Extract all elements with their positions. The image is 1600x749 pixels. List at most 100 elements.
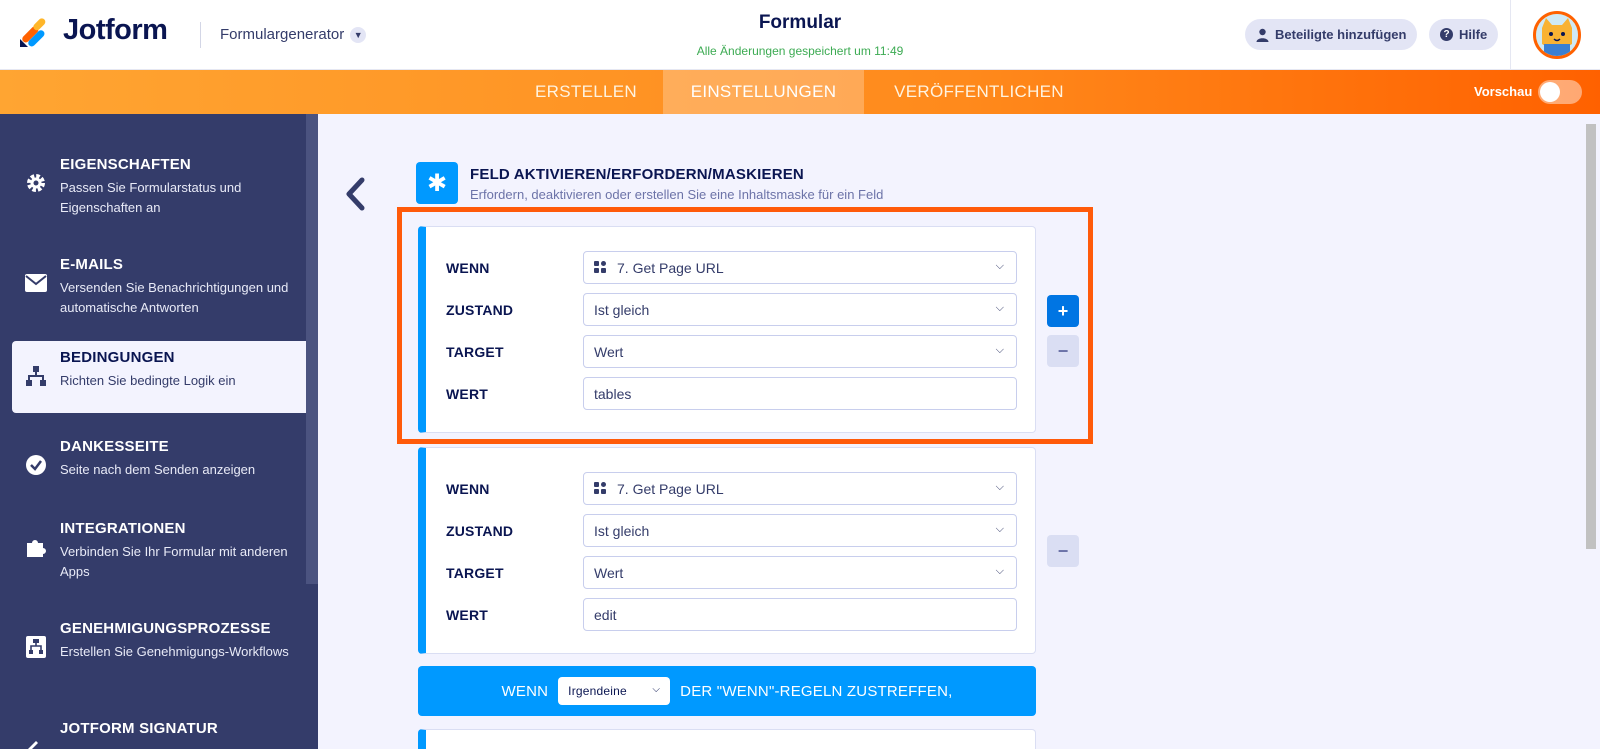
back-arrow-icon[interactable] xyxy=(344,177,368,211)
sidebar-item-desc: Seite nach dem Senden anzeigen xyxy=(60,462,256,477)
help-button[interactable]: ? Hilfe xyxy=(1429,19,1499,50)
chevron-down-icon: ⌵ xyxy=(995,302,1004,314)
condition-row-if: WENN 7. Get Page URL ⌵ xyxy=(426,251,1035,285)
gear-icon xyxy=(25,172,47,194)
value-input[interactable]: tables xyxy=(583,377,1017,410)
if-label: WENN xyxy=(446,260,490,276)
remove-condition-button[interactable]: − xyxy=(1047,535,1079,567)
state-label: ZUSTAND xyxy=(446,523,514,539)
field-select-value: 7. Get Page URL xyxy=(617,259,724,276)
condition-row-value: WERT tables xyxy=(426,377,1035,411)
widget-icon xyxy=(594,261,607,274)
value-input-text: edit xyxy=(594,606,617,623)
question-icon: ? xyxy=(1440,28,1453,41)
toggle-knob xyxy=(1540,82,1560,102)
chevron-down-icon: ⌵ xyxy=(652,684,661,695)
target-select[interactable]: Wert ⌵ xyxy=(583,335,1017,368)
sidebar-item-desc: Erstellen Sie Genehmigungs-Workflows xyxy=(60,644,289,659)
signature-icon xyxy=(25,734,47,749)
condition-row-target: TARGET Wert ⌵ xyxy=(426,335,1035,369)
remove-condition-button[interactable]: − xyxy=(1047,335,1079,367)
sidebar-item-signature[interactable]: JOTFORM SIGNATUR xyxy=(12,712,306,749)
target-select-value: Wert xyxy=(594,564,624,581)
help-label: Hilfe xyxy=(1459,27,1488,42)
value-label: WERT xyxy=(446,607,489,623)
user-icon xyxy=(1256,28,1269,42)
widget-icon xyxy=(594,482,607,495)
value-label: WERT xyxy=(446,386,489,402)
preview-toggle[interactable] xyxy=(1538,80,1582,104)
chevron-down-icon: ⌵ xyxy=(995,344,1004,356)
chevron-down-icon: ⌵ xyxy=(995,260,1004,272)
add-collaborators-button[interactable]: Beteiligte hinzufügen xyxy=(1245,19,1418,50)
section-title: FELD AKTIVIEREN/ERFORDERN/MASKIEREN xyxy=(470,166,804,183)
if-label: WENN xyxy=(446,481,490,497)
chevron-down-icon: ⌵ xyxy=(995,523,1004,535)
add-condition-button[interactable]: + xyxy=(1047,295,1079,327)
avatar[interactable] xyxy=(1533,11,1581,59)
sidebar-item-thankyou[interactable]: DANKESSEITE Seite nach dem Senden anzeig… xyxy=(12,430,306,502)
condition-row-if: WENN 7. Get Page URL ⌵ xyxy=(426,472,1035,506)
envelope-icon xyxy=(25,272,47,294)
puzzle-icon xyxy=(25,536,47,558)
sidebar-item-conditions[interactable]: BEDINGUNGEN Richten Sie bedingte Logik e… xyxy=(12,341,306,413)
target-label: TARGET xyxy=(446,565,504,581)
sidebar-item-title: JOTFORM SIGNATUR xyxy=(60,720,218,737)
sidebar-item-title: GENEHMIGUNGSPROZESSE xyxy=(60,620,271,637)
condition-row-target: TARGET Wert ⌵ xyxy=(426,556,1035,590)
state-select[interactable]: Ist gleich ⌵ xyxy=(583,514,1017,547)
avatar-area xyxy=(1510,0,1600,70)
rule-match-value: Irgendeine xyxy=(568,684,627,698)
workflow-icon xyxy=(25,636,47,658)
sidebar-item-title: BEDINGUNGEN xyxy=(60,349,175,366)
add-collaborators-label: Beteiligte hinzufügen xyxy=(1275,27,1407,42)
check-circle-icon xyxy=(25,454,47,476)
condition-row-value: WERT edit xyxy=(426,598,1035,632)
value-input-text: tables xyxy=(594,385,632,402)
builder-tabs-bar: ERSTELLEN EINSTELLUNGEN VERÖFFENTLICHEN … xyxy=(0,70,1600,114)
rule-match-select[interactable]: Irgendeine ⌵ xyxy=(558,677,671,705)
sidebar-item-title: INTEGRATIONEN xyxy=(60,520,186,537)
target-label: TARGET xyxy=(446,344,504,360)
sidebar-item-desc: Passen Sie Formularstatus und Eigenschaf… xyxy=(60,180,242,215)
preview-label: Vorschau xyxy=(1474,84,1533,99)
state-select[interactable]: Ist gleich ⌵ xyxy=(583,293,1017,326)
condition-row-state: ZUSTAND Ist gleich ⌵ xyxy=(426,514,1035,548)
value-input[interactable]: edit xyxy=(583,598,1017,631)
chevron-down-icon: ⌵ xyxy=(995,481,1004,493)
rule-prefix: WENN xyxy=(501,682,549,700)
cat-mascot-icon xyxy=(1536,14,1578,56)
sidebar-item-desc: Verbinden Sie Ihr Formular mit anderen A… xyxy=(60,544,288,579)
state-label: ZUSTAND xyxy=(446,302,514,318)
tab-publish[interactable]: VERÖFFENTLICHEN xyxy=(864,70,1094,114)
sidebar-item-properties[interactable]: EIGENSCHAFTEN Passen Sie Formularstatus … xyxy=(12,148,306,220)
settings-sidebar: EIGENSCHAFTEN Passen Sie Formularstatus … xyxy=(0,114,318,749)
top-header: Jotform Formulargenerator ▼ Formular All… xyxy=(0,0,1600,70)
sidebar-item-approvals[interactable]: GENEHMIGUNGSPROZESSE Erstellen Sie Geneh… xyxy=(12,612,306,684)
asterisk-icon: ✱ xyxy=(416,162,458,204)
state-select-value: Ist gleich xyxy=(594,301,650,318)
field-select-value: 7. Get Page URL xyxy=(617,480,724,497)
state-select-value: Ist gleich xyxy=(594,522,650,539)
field-select[interactable]: 7. Get Page URL ⌵ xyxy=(583,251,1017,284)
sidebar-item-title: E-MAILS xyxy=(60,256,124,273)
sidebar-scrollbar[interactable] xyxy=(306,114,318,584)
rule-match-bar: WENN Irgendeine ⌵ DER "WENN"-REGELN ZUST… xyxy=(418,666,1036,716)
section-subtitle: Erfordern, deaktivieren oder erstellen S… xyxy=(470,187,884,202)
condition-row-state: ZUSTAND Ist gleich ⌵ xyxy=(426,293,1035,327)
condition-card: WENN 7. Get Page URL ⌵ ZUSTAND Ist gleic… xyxy=(418,226,1036,433)
tab-build[interactable]: ERSTELLEN xyxy=(514,70,658,114)
tab-settings[interactable]: EINSTELLUNGEN xyxy=(663,70,864,114)
sidebar-item-title: DANKESSEITE xyxy=(60,438,169,455)
rule-suffix: DER "WENN"-REGELN ZUSTREFFEN, xyxy=(680,682,953,700)
action-card xyxy=(418,729,1036,749)
target-select[interactable]: Wert ⌵ xyxy=(583,556,1017,589)
main-scrollbar[interactable] xyxy=(1586,124,1596,549)
sidebar-item-desc: Versenden Sie Benachrichtigungen und aut… xyxy=(60,280,289,315)
sidebar-item-emails[interactable]: E-MAILS Versenden Sie Benachrichtigungen… xyxy=(12,248,306,320)
chevron-down-icon: ⌵ xyxy=(995,565,1004,577)
sidebar-item-integrations[interactable]: INTEGRATIONEN Verbinden Sie Ihr Formular… xyxy=(12,512,306,584)
condition-card: WENN 7. Get Page URL ⌵ ZUSTAND Ist gleic… xyxy=(418,447,1036,654)
sitemap-icon xyxy=(25,365,47,387)
field-select[interactable]: 7. Get Page URL ⌵ xyxy=(583,472,1017,505)
